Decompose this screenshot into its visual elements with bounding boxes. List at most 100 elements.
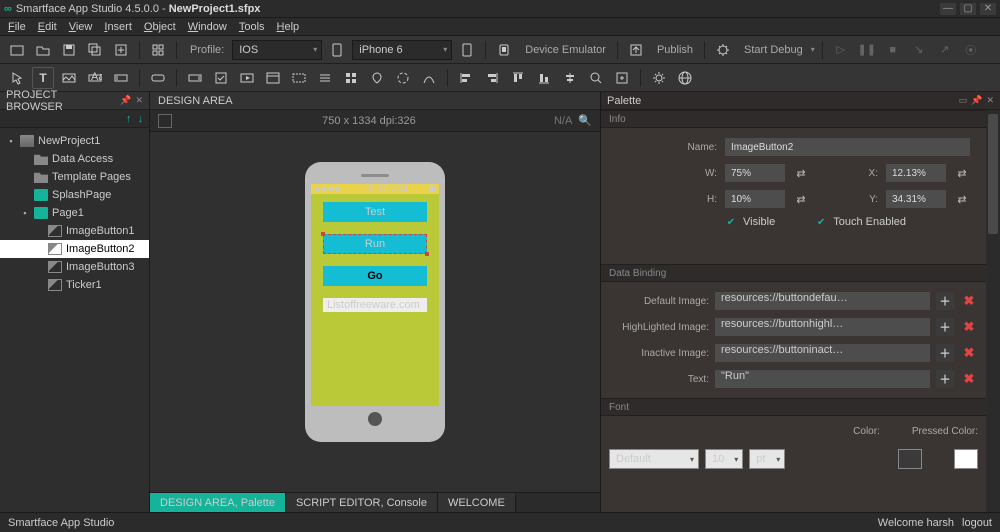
touch-enabled-checkbox[interactable]: ✔Touch Enabled — [815, 216, 906, 228]
design-canvas[interactable]: ●●●●11:45 AM■ Test Run Go Listoffreeware… — [150, 132, 600, 492]
debug-icon[interactable] — [712, 39, 734, 61]
pause-icon[interactable]: ❚❚ — [856, 39, 878, 61]
button-tool-icon[interactable] — [147, 67, 169, 89]
align-right-icon[interactable] — [481, 67, 503, 89]
profile-dropdown[interactable]: IOS — [232, 40, 322, 60]
tree-imagebutton2[interactable]: ImageButton2 — [0, 240, 149, 258]
text-delete-button[interactable]: ✖ — [960, 370, 978, 388]
canvas-imagebutton3[interactable]: Go — [323, 266, 427, 286]
y-swap-icon[interactable]: ⇄ — [954, 191, 970, 207]
default-image-input[interactable]: resources://buttondefau… — [715, 292, 930, 310]
align-top-icon[interactable] — [507, 67, 529, 89]
tree-template-pages[interactable]: Template Pages — [0, 168, 149, 186]
editbox-tool-icon[interactable] — [184, 67, 206, 89]
step-over-icon[interactable]: ▷ — [830, 39, 852, 61]
panel-close-icon[interactable]: ✕ — [135, 95, 143, 106]
menu-window[interactable]: Window — [182, 19, 233, 35]
palette-pin-icon[interactable]: 📌 — [971, 95, 982, 106]
list-tool-icon[interactable] — [314, 67, 336, 89]
font-unit-dropdown[interactable]: pt — [749, 449, 785, 469]
section-data-binding[interactable]: Data Binding — [601, 264, 986, 282]
move-down-icon[interactable]: ↓ — [138, 113, 144, 125]
zoom-icon[interactable] — [585, 67, 607, 89]
width-input[interactable] — [725, 164, 785, 182]
tab-design-area[interactable]: DESIGN AREA, Palette — [150, 493, 286, 512]
pressed-color-swatch[interactable] — [954, 449, 978, 469]
breakpoints-icon[interactable]: ⦿ — [960, 39, 982, 61]
device-dropdown[interactable]: iPhone 6 — [352, 40, 452, 60]
palette-scrollbar[interactable] — [986, 110, 1000, 512]
canvas-imagebutton2[interactable]: Run — [323, 234, 427, 254]
tree-splashpage[interactable]: SplashPage — [0, 186, 149, 204]
inactive-image-add-button[interactable]: ＋ — [936, 344, 954, 362]
font-size-dropdown[interactable]: 10 — [705, 449, 743, 469]
globe-icon[interactable] — [674, 67, 696, 89]
inactive-image-input[interactable]: resources://buttoninact… — [715, 344, 930, 362]
align-left-icon[interactable] — [455, 67, 477, 89]
text-tool-icon[interactable]: T — [32, 67, 54, 89]
menu-insert[interactable]: Insert — [98, 19, 138, 35]
image-tool-icon[interactable] — [58, 67, 80, 89]
tree-imagebutton1[interactable]: ImageButton1 — [0, 222, 149, 240]
align-bottom-icon[interactable] — [533, 67, 555, 89]
palette-float-icon[interactable]: ▭ — [959, 95, 968, 106]
location-tool-icon[interactable] — [366, 67, 388, 89]
window-minimize-button[interactable]: — — [940, 3, 956, 15]
section-info[interactable]: Info — [601, 110, 986, 128]
marquee-tool-icon[interactable] — [288, 67, 310, 89]
canvas-ticker1[interactable]: Listoffreeware.com — [323, 298, 427, 312]
section-font[interactable]: Font — [601, 398, 986, 416]
text-add-button[interactable]: ＋ — [936, 370, 954, 388]
x-swap-icon[interactable]: ⇄ — [954, 165, 970, 181]
menu-help[interactable]: Help — [271, 19, 306, 35]
color-swatch[interactable] — [898, 449, 922, 469]
webview-tool-icon[interactable] — [262, 67, 284, 89]
default-image-add-button[interactable]: ＋ — [936, 292, 954, 310]
height-input[interactable] — [725, 190, 785, 208]
menu-file[interactable]: File — [2, 19, 32, 35]
palette-close-icon[interactable]: ✕ — [986, 95, 994, 106]
logout-link[interactable]: logout — [962, 517, 992, 529]
height-swap-icon[interactable]: ⇄ — [793, 191, 809, 207]
checkbox-tool-icon[interactable] — [210, 67, 232, 89]
text-input[interactable]: "Run" — [715, 370, 930, 388]
tab-welcome[interactable]: WELCOME — [438, 493, 516, 512]
window-close-button[interactable]: ✕ — [980, 3, 996, 15]
default-image-delete-button[interactable]: ✖ — [960, 292, 978, 310]
menu-view[interactable]: View — [63, 19, 99, 35]
name-input[interactable] — [725, 138, 970, 156]
save-all-icon[interactable] — [84, 39, 106, 61]
open-project-icon[interactable] — [32, 39, 54, 61]
menu-edit[interactable]: Edit — [32, 19, 63, 35]
menu-object[interactable]: Object — [138, 19, 182, 35]
draw-tool-icon[interactable] — [418, 67, 440, 89]
orientation-icon[interactable] — [456, 39, 478, 61]
video-tool-icon[interactable] — [236, 67, 258, 89]
cursor-tool-icon[interactable] — [6, 67, 28, 89]
label-tool-icon[interactable]: Aa — [84, 67, 106, 89]
move-up-icon[interactable]: ↑ — [126, 113, 132, 125]
new-project-icon[interactable] — [6, 39, 28, 61]
inactive-image-delete-button[interactable]: ✖ — [960, 344, 978, 362]
step-into-icon[interactable]: ↘ — [908, 39, 930, 61]
grid-toggle-icon[interactable] — [147, 39, 169, 61]
step-out-icon[interactable]: ↗ — [934, 39, 956, 61]
export-icon[interactable] — [110, 39, 132, 61]
panel-pin-icon[interactable]: 📌 — [120, 95, 131, 106]
y-input[interactable] — [886, 190, 946, 208]
publish-icon[interactable] — [625, 39, 647, 61]
canvas-imagebutton1[interactable]: Test — [323, 202, 427, 222]
tree-imagebutton3[interactable]: ImageButton3 — [0, 258, 149, 276]
activity-tool-icon[interactable] — [392, 67, 414, 89]
font-family-dropdown[interactable]: Default — [609, 449, 699, 469]
tree-page1[interactable]: ▪Page1 — [0, 204, 149, 222]
emulator-icon[interactable] — [493, 39, 515, 61]
visible-checkbox[interactable]: ✔Visible — [725, 216, 775, 228]
device-emulator-label[interactable]: Device Emulator — [525, 44, 606, 56]
x-input[interactable] — [886, 164, 946, 182]
align-center-h-icon[interactable] — [559, 67, 581, 89]
fit-icon[interactable] — [611, 67, 633, 89]
settings-icon[interactable] — [648, 67, 670, 89]
width-swap-icon[interactable]: ⇄ — [793, 165, 809, 181]
tab-script-editor[interactable]: SCRIPT EDITOR, Console — [286, 493, 438, 512]
